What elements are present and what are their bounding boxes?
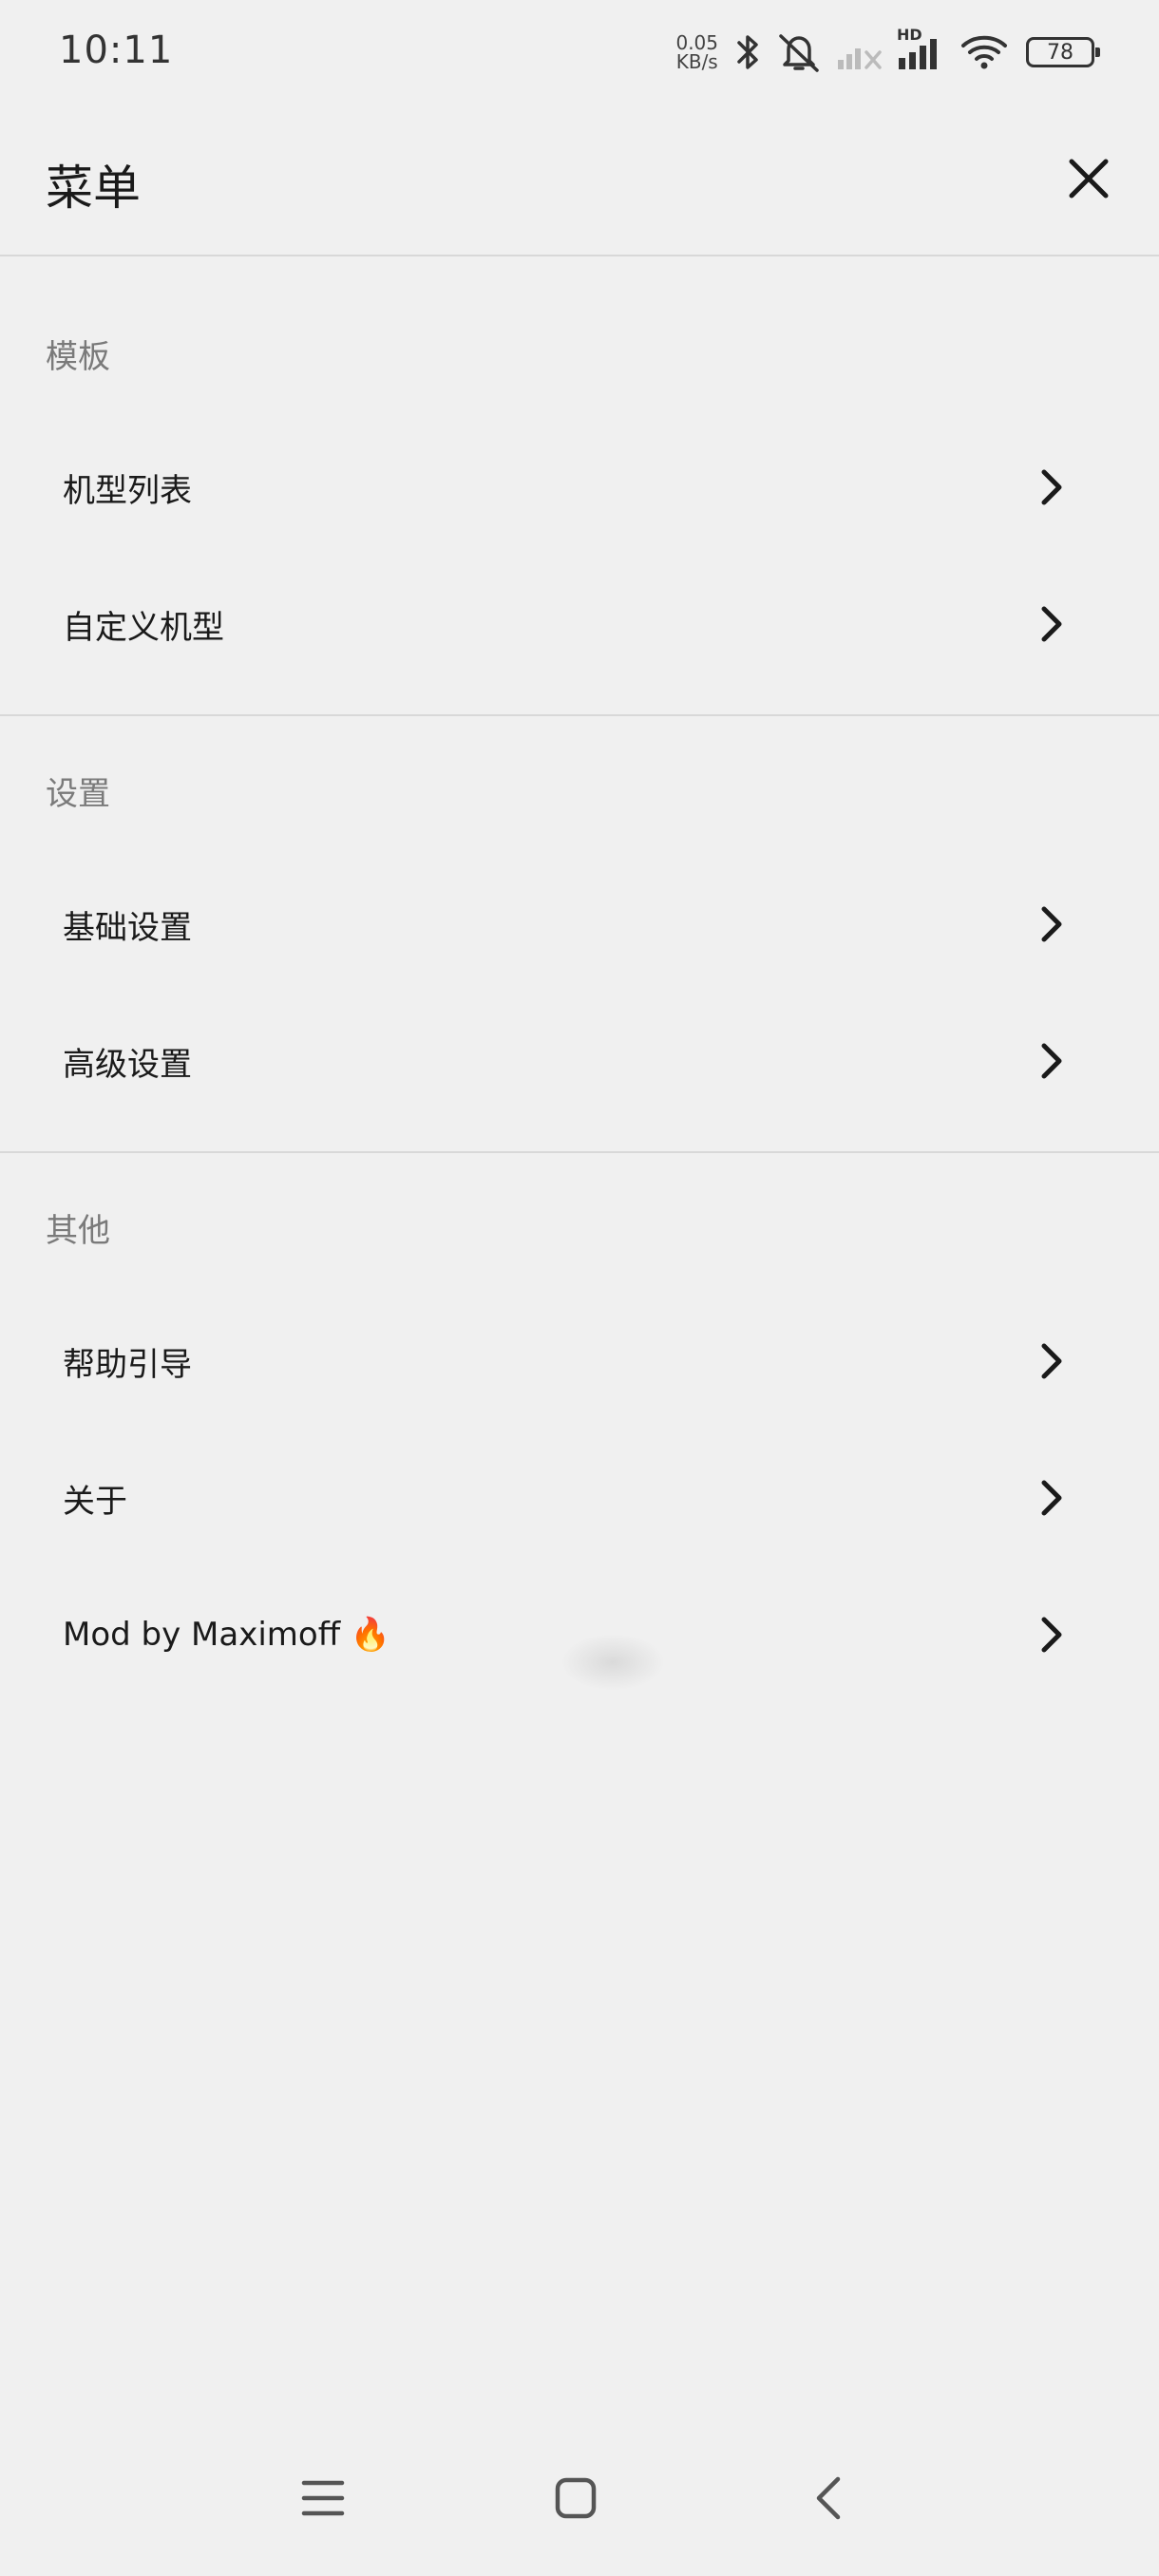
chevron-right-icon [1028, 1475, 1074, 1521]
menu-item-basic-settings[interactable]: 基础设置 [0, 862, 1159, 986]
mute-bell-icon [775, 30, 823, 74]
page-title: 菜单 [46, 161, 141, 216]
background-smudge [560, 1634, 665, 1691]
menu-item-advanced-settings[interactable]: 高级设置 [0, 999, 1159, 1123]
network-speed-unit: KB/s [675, 50, 718, 73]
menu-header: 菜单 [0, 123, 1159, 256]
section-label: 模板 [46, 338, 110, 376]
status-bar: 10:11 0.05 KB/s HD 78 [0, 0, 1159, 104]
back-icon [808, 2473, 849, 2527]
section-label: 其他 [46, 1212, 110, 1250]
menu-item-label: Mod by Maximoff 🔥 [63, 1616, 391, 1654]
chevron-right-icon [1028, 901, 1074, 947]
menu-item-model-list[interactable]: 机型列表 [0, 426, 1159, 549]
menu-item-label: 关于 [63, 1482, 127, 1521]
nav-menu-button[interactable] [285, 2462, 361, 2538]
menu-item-label: 机型列表 [63, 471, 192, 510]
section-templates: 模板 机型列表 自定义机型 [0, 256, 1159, 716]
chevron-right-icon [1028, 1612, 1074, 1657]
section-settings: 设置 基础设置 高级设置 [0, 716, 1159, 1153]
chevron-right-icon [1028, 1038, 1074, 1084]
nav-back-button[interactable] [790, 2462, 866, 2538]
chevron-right-icon [1028, 464, 1074, 510]
network-speed-value: 0.05 [675, 31, 718, 54]
menu-icon [300, 2477, 346, 2523]
menu-item-about[interactable]: 关于 [0, 1436, 1159, 1560]
menu-item-label: 高级设置 [63, 1045, 192, 1084]
status-time: 10:11 [59, 28, 174, 72]
menu-item-label: 基础设置 [63, 908, 192, 947]
menu-item-help-guide[interactable]: 帮助引导 [0, 1299, 1159, 1423]
system-nav-bar [0, 2424, 1159, 2576]
wifi-icon [960, 32, 1009, 72]
battery-indicator: 78 [1026, 37, 1100, 67]
nav-home-button[interactable] [538, 2462, 614, 2538]
menu-item-label: 帮助引导 [63, 1345, 192, 1384]
menu-item-label: 自定义机型 [63, 608, 224, 647]
menu-item-custom-model[interactable]: 自定义机型 [0, 562, 1159, 686]
signal-hd-icon: HD [897, 26, 946, 71]
bluetooth-icon [735, 31, 762, 73]
home-icon [553, 2475, 598, 2525]
network-speed: 0.05 KB/s [675, 33, 718, 71]
chevron-right-icon [1028, 601, 1074, 647]
close-icon [1066, 156, 1112, 205]
close-button[interactable] [1060, 152, 1117, 209]
signal-weak-icon [836, 33, 884, 71]
chevron-right-icon [1028, 1338, 1074, 1384]
network-badge: HD [897, 26, 922, 44]
status-icons: 0.05 KB/s HD 78 [675, 26, 1100, 78]
section-label: 设置 [46, 775, 110, 813]
